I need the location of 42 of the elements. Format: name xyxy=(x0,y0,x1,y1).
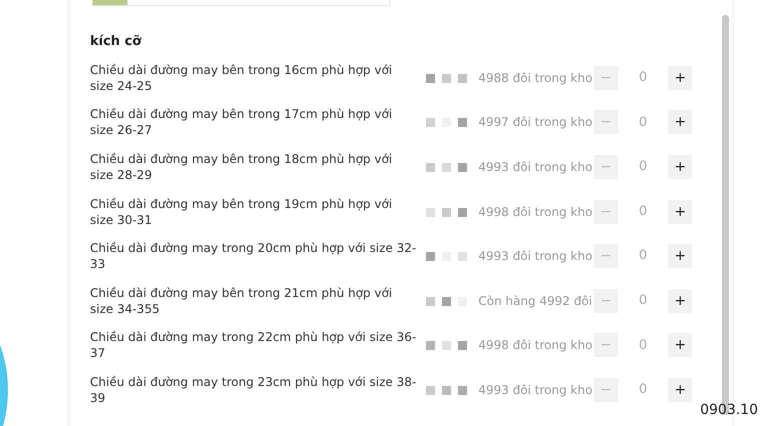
pixelated-image xyxy=(426,160,468,173)
stock-text: 4993 đôi trong kho xyxy=(478,382,594,399)
plus-button[interactable]: + xyxy=(668,154,692,179)
stock-text: 4993 đôi trong kho xyxy=(478,248,594,266)
pixelated-image xyxy=(426,384,468,396)
variant-label: Chiều dài đường may bên trong 21cm phù hợp với size 34-355 xyxy=(90,284,394,317)
stock-text: Còn hàng 4992 đôi xyxy=(478,292,594,310)
quantity-value: 0 xyxy=(638,114,648,132)
stock-text: 4998 đôi trong kho xyxy=(478,204,594,221)
plus-button[interactable]: + xyxy=(668,333,692,358)
variant-label: Chiều dài đường may bên trong 19cm phù hợp với size 30-31 xyxy=(90,196,394,228)
section-title: kích cỡ xyxy=(90,33,142,51)
stock-text: 4998 đôi trong kho xyxy=(478,337,594,354)
quantity-value: 0 xyxy=(638,69,648,88)
variant-label: Chiều dài đường may trong 20cm phù hợp với size 32-33 xyxy=(90,240,418,272)
variant-label: Chiều dài đường may trong 22cm phù hợp với size 36-37 xyxy=(90,329,418,362)
variant-label: Chiều dài đường may bên trong 18cm phù hợp với size 28-29 xyxy=(90,150,394,183)
plus-button[interactable]: + xyxy=(668,244,692,268)
quantity-value: 0 xyxy=(638,202,648,221)
variant-label: Chiều dài đường may trong 23cm phù hợp với size 38-39 xyxy=(90,374,418,406)
pixelated-image xyxy=(426,294,468,307)
quantity-value: 0 xyxy=(638,336,648,355)
quantity-value: 0 xyxy=(638,247,648,266)
plus-button[interactable]: + xyxy=(668,200,692,224)
stock-text: 4993 đôi trong kho xyxy=(478,158,594,176)
pixelated-image xyxy=(426,250,468,262)
quantity-value: 0 xyxy=(638,158,648,176)
plus-button[interactable]: + xyxy=(668,288,692,313)
plus-button[interactable]: + xyxy=(668,110,692,134)
variant-label: Chiều dài đường may bên trong 17cm phù hợp với size 26-27 xyxy=(90,106,394,138)
plus-button[interactable]: + xyxy=(668,66,692,90)
overlay-text: 0903.10 xyxy=(700,401,758,420)
stock-text: 4997 đôi trong kho xyxy=(478,114,594,132)
pixelated-image xyxy=(426,72,468,84)
pixelated-image xyxy=(426,339,468,352)
stock-text: 4988 đôi trong kho xyxy=(478,70,594,87)
plus-button[interactable]: + xyxy=(668,378,692,402)
quantity-value: 0 xyxy=(638,381,648,400)
variant-label: Chiều dài đường may bên trong 16cm phù hợp với size 24-25 xyxy=(90,62,394,94)
pixelated-image xyxy=(426,206,468,218)
pixelated-image xyxy=(426,116,468,128)
quantity-value: 0 xyxy=(638,292,648,310)
